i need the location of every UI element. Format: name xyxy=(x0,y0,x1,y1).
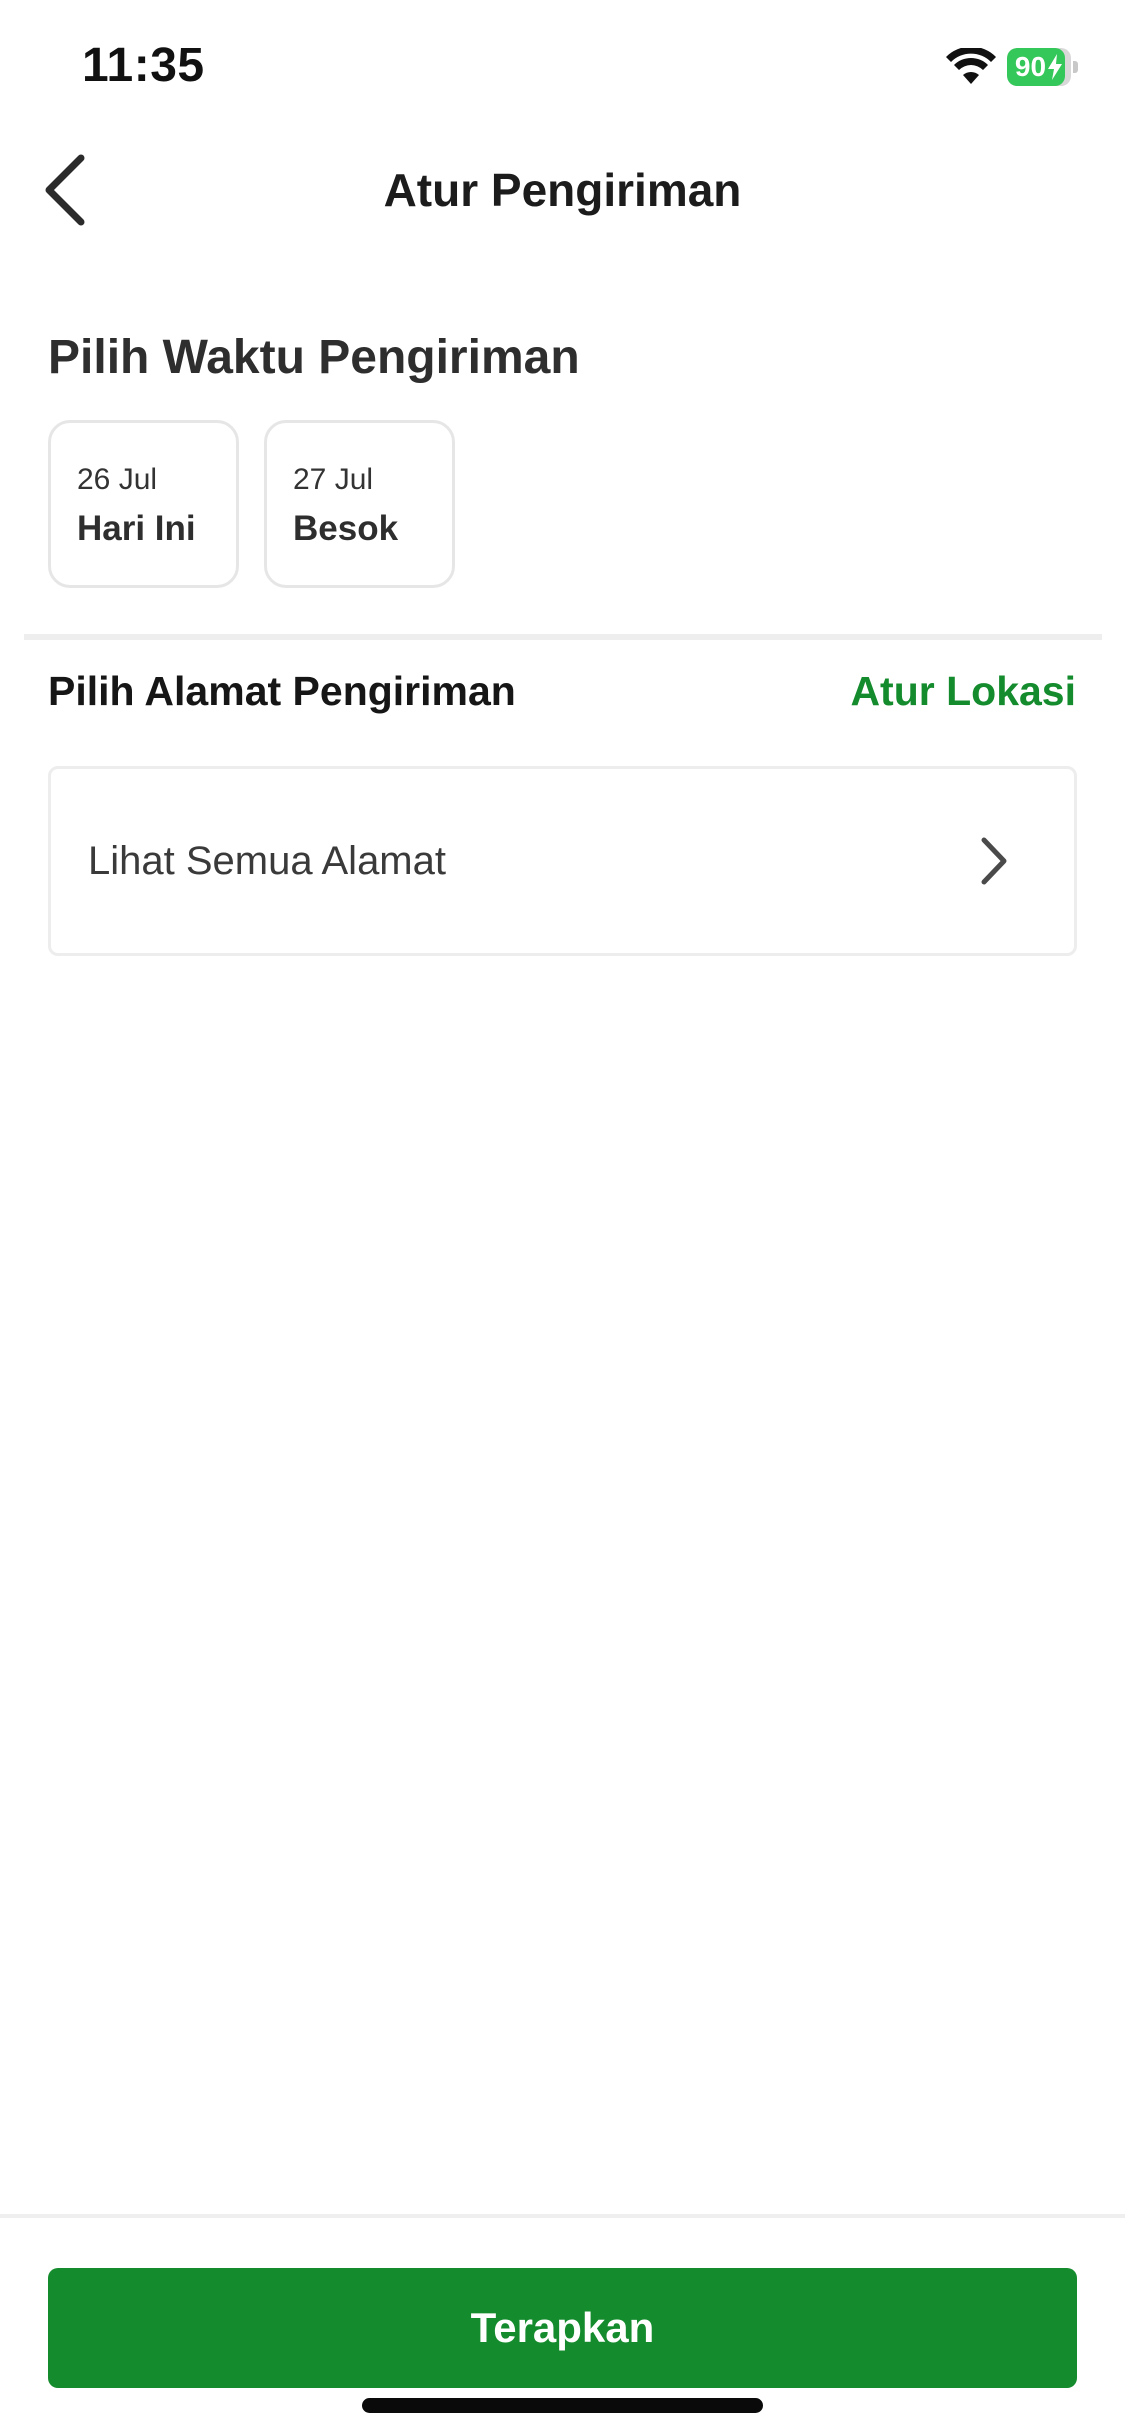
battery-percent: 90 xyxy=(1014,51,1047,82)
see-all-addresses-label: Lihat Semua Alamat xyxy=(88,838,446,883)
date-option-date: 27 Jul xyxy=(293,463,374,496)
section-divider xyxy=(24,634,1102,640)
screen: 11:35 90 Atur Pengiriman Pilih Waktu Pen… xyxy=(0,0,1125,2436)
wifi-icon xyxy=(946,48,996,84)
apply-button[interactable]: Terapkan xyxy=(48,2268,1077,2388)
see-all-addresses-button[interactable]: Lihat Semua Alamat xyxy=(48,766,1077,956)
page-title: Atur Pengiriman xyxy=(383,164,742,216)
date-option-date: 26 Jul xyxy=(77,463,158,496)
battery-icon: 90 xyxy=(1007,48,1079,86)
charging-bolt-icon xyxy=(1048,54,1063,80)
footer-divider xyxy=(0,2214,1125,2218)
delivery-address-title: Pilih Alamat Pengiriman xyxy=(48,668,516,714)
battery-label: 90 xyxy=(1007,48,1071,86)
battery-body: 90 xyxy=(1007,48,1071,86)
status-time: 11:35 xyxy=(82,39,205,92)
header: Atur Pengiriman xyxy=(0,140,1125,240)
date-option-label: Hari Ini xyxy=(77,509,196,548)
home-indicator xyxy=(362,2398,763,2413)
date-option-today[interactable]: 26 Jul Hari Ini xyxy=(48,420,239,588)
chevron-right-icon xyxy=(981,837,1007,885)
battery-cap xyxy=(1073,61,1078,73)
date-option-label: Besok xyxy=(293,509,399,548)
set-location-link[interactable]: Atur Lokasi xyxy=(850,668,1076,715)
chevron-left-icon xyxy=(45,154,85,226)
back-button[interactable] xyxy=(30,140,100,240)
delivery-time-title: Pilih Waktu Pengiriman xyxy=(48,331,580,384)
status-bar: 11:35 90 xyxy=(0,0,1125,140)
date-option-tomorrow[interactable]: 27 Jul Besok xyxy=(264,420,455,588)
